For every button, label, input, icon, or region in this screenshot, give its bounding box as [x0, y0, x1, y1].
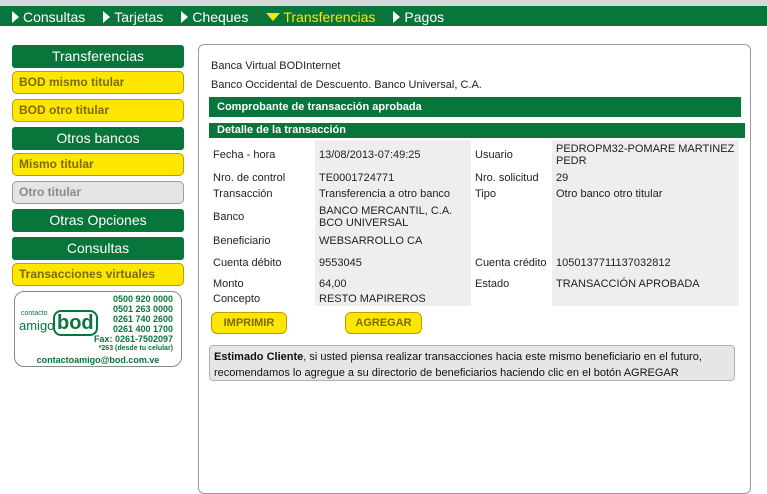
- table-row: Concepto RESTO MAPIREROS: [209, 292, 739, 306]
- comprobante-header: Comprobante de transacción aprobada: [209, 97, 743, 117]
- row-label: Fecha - hora: [213, 149, 276, 161]
- otro-titular-button[interactable]: Otro titular: [12, 181, 184, 204]
- table-row: Nro. de control TE0001724771 Nro. solici…: [209, 170, 739, 186]
- detail-table: Fecha - hora 13/08/2013-07:49:25 Usuario…: [209, 140, 739, 306]
- mismo-titular-button[interactable]: Mismo titular: [12, 153, 184, 176]
- row-value: 64,00: [315, 276, 471, 292]
- bank-line-2: Banco Occidental de Descuento. Banco Uni…: [211, 79, 482, 91]
- table-row: Transacción Transferencia a otro banco T…: [209, 186, 739, 202]
- fax: Fax: 0261-7502097: [93, 334, 173, 344]
- detalle-header: Detalle de la transacción: [209, 123, 745, 138]
- nav-label: Consultas: [23, 9, 86, 25]
- row-label: [471, 232, 552, 250]
- top-nav-bar: Consultas Tarjetas Cheques Transferencia…: [0, 0, 767, 26]
- nav-consultas[interactable]: Consultas: [12, 8, 85, 26]
- row-label: Estado: [475, 278, 510, 290]
- table-row: Cuenta débito 9553045 Cuenta crédito 105…: [209, 250, 739, 276]
- note-bold: Estimado Cliente: [214, 351, 304, 363]
- info-note: Estimado Cliente, si usted piensa realiz…: [209, 345, 735, 381]
- row-value: [552, 202, 739, 232]
- arrow-right-icon: [181, 11, 189, 23]
- section-consultas[interactable]: Consultas: [12, 237, 184, 260]
- phone-list: 0500 920 0000 0501 263 0000 0261 740 260…: [94, 294, 173, 354]
- section-transferencias: Transferencias: [12, 45, 184, 68]
- nav-transferencias[interactable]: Transferencias: [266, 8, 375, 26]
- nav-pagos[interactable]: Pagos: [393, 8, 444, 26]
- section-otros-bancos: Otros bancos: [12, 127, 184, 150]
- table-row: Banco BANCO MERCANTIL, C.A. BCO UNIVERSA…: [209, 202, 739, 232]
- row-label: Cuenta crédito: [475, 256, 547, 269]
- row-value: 9553045: [315, 250, 471, 276]
- imprimir-button[interactable]: IMPRIMIR: [211, 312, 287, 334]
- arrow-down-icon: [266, 13, 281, 21]
- row-value: PEDROPM32-POMARE MARTINEZ PEDR: [552, 140, 739, 170]
- row-label: Concepto: [213, 293, 261, 305]
- section-otras-opciones[interactable]: Otras Opciones: [12, 209, 184, 232]
- cel: *263 (desde tu celular): [98, 345, 173, 352]
- row-label: Banco: [213, 211, 245, 223]
- arrow-right-icon: [393, 11, 401, 23]
- row-value: WEBSARROLLO CA: [315, 232, 471, 250]
- table-row: Fecha - hora 13/08/2013-07:49:25 Usuario…: [209, 140, 739, 170]
- table-row: Beneficiario WEBSARROLLO CA: [209, 232, 739, 250]
- bod-mismo-titular-button[interactable]: BOD mismo titular: [12, 71, 184, 94]
- row-value: BANCO MERCANTIL, C.A. BCO UNIVERSAL: [315, 202, 471, 232]
- row-value: Transferencia a otro banco: [315, 186, 471, 202]
- arrow-right-icon: [103, 11, 111, 23]
- bank-line-1: Banca Virtual BODInternet: [211, 60, 341, 72]
- row-label: Monto: [213, 278, 244, 290]
- row-label: Cuenta débito: [213, 257, 282, 269]
- row-value: 13/08/2013-07:49:25: [315, 140, 471, 170]
- row-value: 10501377111370328​12: [552, 250, 739, 276]
- row-value: TRANSACCIÓN APROBADA: [552, 276, 739, 292]
- table-row: Monto 64,00 Estado TRANSACCIÓN APROBADA: [209, 276, 739, 292]
- row-value: RESTO MAPIREROS: [315, 292, 471, 306]
- bod-otro-titular-button[interactable]: BOD otro titular: [12, 99, 184, 122]
- phone-2: 0501 263 0000: [112, 304, 173, 314]
- contact-email: contactoamigo@bod.com.ve: [36, 355, 160, 365]
- contacto-amigo-banner: contacto amigo bod 0500 920 0000 0501 26…: [14, 291, 182, 367]
- main-panel: Banca Virtual BODInternet Banco Occident…: [198, 44, 751, 494]
- sidebar: Transferencias BOD mismo titular BOD otr…: [12, 45, 184, 367]
- logo-word: amigo: [19, 318, 55, 333]
- row-label: Nro. solicitud: [475, 172, 539, 184]
- phone-1: 0500 920 0000: [112, 294, 173, 304]
- row-label: [471, 202, 552, 232]
- logo-small-text: contacto: [21, 310, 48, 317]
- row-value: TE0001724771: [315, 170, 471, 186]
- nav-label: Transferencias: [283, 9, 376, 25]
- row-value: [552, 232, 739, 250]
- phone-4: 0261 400 1700: [112, 324, 173, 334]
- main-nav: Consultas Tarjetas Cheques Transferencia…: [0, 8, 450, 26]
- nav-cheques[interactable]: Cheques: [181, 8, 248, 26]
- bod-logo: bod: [53, 310, 98, 336]
- transacciones-virtuales-button[interactable]: Transacciones virtuales: [12, 263, 184, 286]
- row-label: [471, 292, 552, 306]
- row-value: Otro banco otro titular: [552, 186, 739, 202]
- row-value: [552, 292, 739, 306]
- arrow-right-icon: [12, 11, 19, 23]
- row-label: Transacción: [213, 188, 273, 200]
- nav-tarjetas[interactable]: Tarjetas: [103, 8, 163, 26]
- row-label: Beneficiario: [213, 235, 271, 247]
- row-value: 29: [552, 170, 739, 186]
- agregar-button[interactable]: AGREGAR: [345, 312, 422, 334]
- row-label: Usuario: [475, 149, 513, 161]
- row-label: Tipo: [475, 188, 496, 200]
- nav-label: Pagos: [404, 9, 445, 25]
- row-label: Nro. de control: [213, 172, 286, 184]
- nav-label: Cheques: [192, 9, 249, 25]
- phone-3: 0261 740 2600: [112, 314, 173, 324]
- nav-label: Tarjetas: [114, 9, 164, 25]
